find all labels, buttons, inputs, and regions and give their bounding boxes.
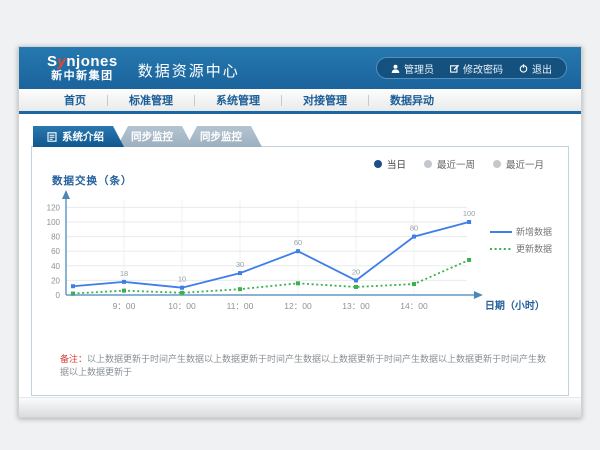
nav-item-3[interactable]: 对接管理 — [282, 92, 368, 108]
legend-filter-2[interactable]: 最近一月 — [493, 157, 544, 171]
svg-text:12：00: 12：00 — [284, 301, 312, 311]
company-logo: Synjones 新中新集团 — [47, 54, 118, 83]
edit-icon — [450, 64, 459, 73]
nav-item-4[interactable]: 数据异动 — [369, 92, 455, 108]
svg-text:60: 60 — [51, 247, 60, 256]
app-header: Synjones 新中新集团 数据资源中心 管理员 修改密码 退出 — [19, 47, 581, 89]
svg-text:14：00: 14：00 — [400, 301, 428, 311]
person-icon — [391, 64, 400, 73]
line-chart: 0 20 40 60 80 100 120 9：00 10：00 11：00 12：00 13：00 1… — [32, 185, 570, 325]
radio-icon — [493, 160, 501, 168]
svg-text:11：00: 11：00 — [227, 301, 254, 311]
tab-label: 同步监控 — [131, 129, 173, 144]
document-icon — [47, 132, 57, 142]
tab-label: 系统介绍 — [62, 129, 104, 144]
svg-text:100: 100 — [463, 209, 476, 218]
svg-text:10: 10 — [178, 275, 186, 284]
window-card: Synjones 新中新集团 数据资源中心 管理员 修改密码 退出 首页标准管理… — [18, 46, 582, 418]
svg-text:100: 100 — [47, 218, 61, 227]
svg-text:0: 0 — [56, 291, 61, 300]
chart-container: 0 20 40 60 80 100 120 9：00 10：00 11：00 12：00 13：00 1… — [32, 185, 570, 325]
filter-label: 最近一周 — [437, 157, 475, 171]
nav-item-0[interactable]: 首页 — [43, 92, 107, 108]
tab-bar: 系统介绍 同步监控 同步监控 — [33, 126, 581, 147]
svg-text:80: 80 — [410, 224, 418, 233]
radio-icon — [424, 160, 432, 168]
svg-text:13：00: 13：00 — [342, 301, 370, 311]
svg-text:40: 40 — [51, 262, 60, 271]
svg-text:30: 30 — [236, 260, 244, 269]
content-panel: 当日最近一周最近一月 数据交换（条） 0204060801001209：0010… — [31, 146, 569, 396]
svg-text:9：00: 9：00 — [113, 301, 136, 311]
svg-text:60: 60 — [294, 238, 302, 247]
main-nav: 首页标准管理系统管理对接管理数据异动 — [19, 89, 581, 114]
svg-text:10：00: 10：00 — [168, 301, 196, 311]
footer-bar — [19, 397, 581, 417]
svg-text:20: 20 — [352, 267, 360, 276]
svg-text:日期（小时）: 日期（小时） — [485, 299, 545, 312]
power-icon — [519, 64, 528, 73]
radio-icon — [374, 160, 382, 168]
note-text: 以上数据更新于时间产生数据以上数据更新于时间产生数据以上数据更新于时间产生数据以… — [60, 354, 546, 377]
legend-filter-1[interactable]: 最近一周 — [424, 157, 475, 171]
chart-note: 备注：以上数据更新于时间产生数据以上数据更新于时间产生数据以上数据更新于时间产生… — [60, 353, 548, 378]
change-password-button[interactable]: 修改密码 — [450, 61, 503, 76]
note-prefix: 备注： — [60, 354, 87, 364]
logo-cn-name: 新中新集团 — [47, 70, 118, 82]
svg-text:18: 18 — [120, 269, 128, 278]
tab-label: 同步监控 — [200, 129, 242, 144]
user-button[interactable]: 管理员 — [391, 61, 434, 76]
logout-button[interactable]: 退出 — [519, 61, 552, 76]
nav-item-2[interactable]: 系统管理 — [195, 92, 281, 108]
page-title: 数据资源中心 — [138, 56, 240, 81]
svg-text:新增数据: 新增数据 — [516, 226, 552, 237]
tab-2[interactable]: 同步监控 — [186, 126, 262, 147]
filter-label: 最近一月 — [506, 157, 544, 171]
filter-label: 当日 — [387, 157, 406, 171]
svg-text:20: 20 — [51, 276, 60, 285]
page-background: { "header": { "logo_en": "Synjones", "lo… — [0, 0, 600, 450]
time-range-filters: 当日 最近一周 最近一月 — [374, 157, 544, 171]
user-toolbar: 管理员 修改密码 退出 — [376, 57, 567, 79]
svg-text:更新数据: 更新数据 — [516, 243, 552, 254]
svg-text:80: 80 — [51, 233, 60, 242]
tab-0[interactable]: 系统介绍 — [33, 126, 124, 147]
legend-filter-0[interactable]: 当日 — [374, 157, 406, 171]
svg-text:120: 120 — [47, 203, 61, 212]
nav-item-1[interactable]: 标准管理 — [108, 92, 194, 108]
logo-name: Synjones — [47, 54, 118, 71]
tab-1[interactable]: 同步监控 — [117, 126, 193, 147]
